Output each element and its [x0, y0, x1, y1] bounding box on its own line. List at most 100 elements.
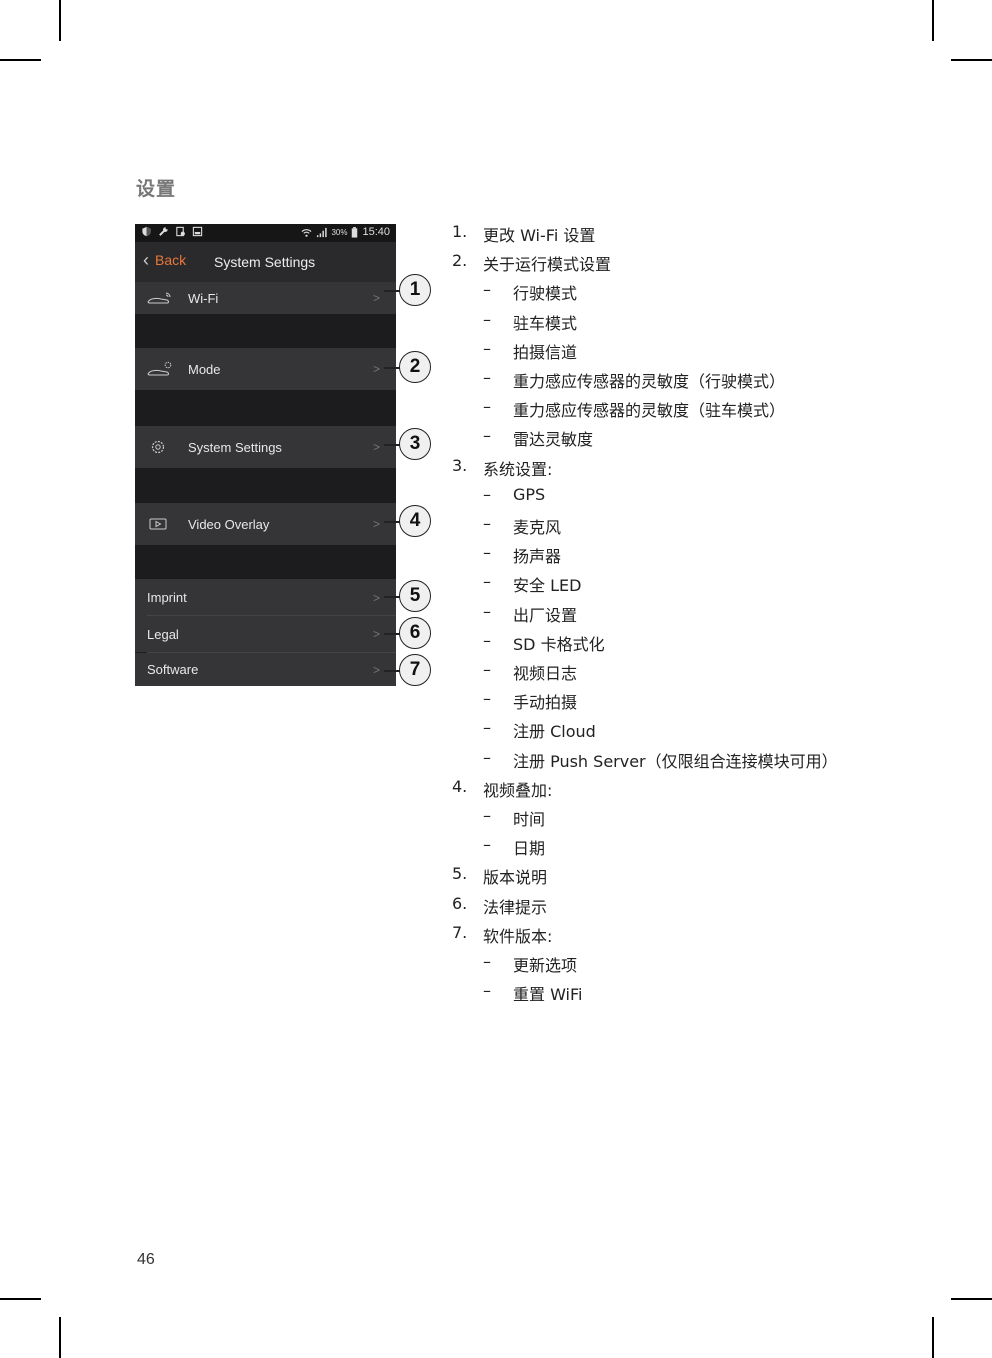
menu-item-label: Imprint: [147, 590, 187, 605]
gear-icon: [151, 440, 165, 454]
list-subtext: 拍摄信道: [513, 342, 578, 362]
menu-item-label: System Settings: [188, 439, 282, 455]
list-subtext: 注册 Push Server（仅限组合连接模块可用）: [513, 751, 838, 771]
status-bar: 30% 15:40: [135, 224, 396, 242]
dash-bullet: –: [483, 572, 491, 592]
section-gap: [135, 314, 396, 348]
list-number: 6.: [452, 893, 468, 913]
wrench-icon: [159, 227, 168, 236]
dash-bullet: –: [483, 601, 491, 621]
back-button[interactable]: ‹ Back: [143, 251, 187, 269]
list-number: 7.: [452, 922, 468, 942]
battery-percent: 30%: [331, 227, 348, 237]
back-label: Back: [155, 252, 187, 268]
list-subtext: SD 卡格式化: [513, 634, 605, 654]
dash-bullet: –: [483, 309, 491, 329]
dash-bullet: –: [483, 426, 491, 446]
callout-6: 6: [399, 617, 431, 649]
list-number: 2.: [452, 251, 468, 271]
menu-item-wifi[interactable]: Wi-Fi >: [135, 282, 396, 314]
list-number: 1.: [452, 222, 468, 241]
phone-screenshot: 30% 15:40 ‹ Back System Settings Wi-Fi >…: [135, 224, 396, 686]
crop-mark: [951, 1298, 992, 1300]
chevron-right-icon: >: [372, 590, 380, 605]
crop-mark: [932, 1317, 934, 1358]
dash-bullet: –: [483, 981, 491, 1001]
list-subtext: 雷达灵敏度: [513, 430, 594, 450]
callout-1: 1: [399, 274, 431, 306]
list-subtext: 行驶模式: [513, 284, 578, 304]
list-text: 软件版本:: [483, 926, 553, 946]
list-subtext: 驻车模式: [513, 313, 578, 333]
callout-2: 2: [399, 351, 431, 383]
menu-item-label: Video Overlay: [188, 516, 270, 532]
list-subtext: 重力感应传感器的灵敏度（行驶模式）: [513, 372, 786, 391]
callout-leader: [384, 670, 400, 672]
callout-leader: [384, 596, 400, 598]
chevron-right-icon: >: [372, 362, 380, 376]
menu-item-label: Mode: [188, 361, 221, 377]
list-text: 法律提示: [483, 897, 548, 917]
dash-bullet: –: [483, 689, 491, 709]
crop-mark: [59, 0, 61, 41]
list-text: 更改 Wi-Fi 设置: [483, 226, 596, 245]
menu-item-label: Legal: [147, 626, 179, 642]
menu-item-software[interactable]: Software >: [135, 653, 396, 686]
chevron-right-icon: >: [372, 291, 380, 305]
sd-card-icon: [176, 226, 185, 237]
car-gear-icon: [147, 361, 172, 376]
list-text: 版本说明: [483, 868, 548, 888]
crop-mark: [932, 0, 934, 41]
video-icon: [149, 518, 167, 530]
section-gap: [135, 468, 396, 503]
menu-item-imprint[interactable]: Imprint >: [135, 579, 396, 616]
crop-mark: [951, 59, 992, 61]
dash-bullet: –: [483, 368, 491, 387]
callout-3: 3: [399, 428, 431, 460]
chevron-right-icon: >: [372, 662, 380, 677]
list-subtext: 扬声器: [513, 547, 562, 567]
list-number: 4.: [452, 776, 468, 796]
list-number: 5.: [452, 864, 468, 884]
menu-item-system-settings[interactable]: System Settings >: [135, 426, 396, 468]
list-subtext: GPS: [513, 484, 546, 504]
dash-bullet: –: [483, 338, 491, 358]
menu-item-video-overlay[interactable]: Video Overlay >: [135, 503, 396, 545]
dash-bullet: –: [483, 660, 491, 679]
shield-icon: [142, 226, 151, 237]
menu-item-legal[interactable]: Legal >: [135, 616, 396, 652]
nav-bar: ‹ Back System Settings: [135, 242, 396, 282]
chevron-right-icon: >: [372, 440, 380, 454]
dash-bullet: –: [483, 835, 491, 855]
dash-bullet: –: [483, 543, 491, 563]
list-subtext: 视频日志: [513, 664, 578, 683]
section-gap: [135, 390, 396, 426]
dash-bullet: –: [483, 806, 491, 825]
callout-5: 5: [399, 580, 431, 612]
screen-title: System Settings: [214, 254, 316, 270]
section-gap: [135, 545, 396, 579]
callout-leader: [384, 444, 400, 446]
dash-bullet: –: [483, 397, 491, 417]
list-subtext: 日期: [513, 839, 546, 859]
chevron-right-icon: >: [372, 517, 380, 531]
list-subtext: 重置 WiFi: [513, 985, 583, 1005]
list-text: 系统设置:: [483, 459, 553, 479]
menu-item-mode[interactable]: Mode >: [135, 348, 396, 390]
dash-bullet: –: [483, 718, 491, 738]
callout-leader: [384, 367, 400, 369]
menu-item-label: Wi-Fi: [188, 290, 219, 306]
callout-leader: [384, 290, 400, 292]
callout-leader: [384, 633, 400, 635]
image-icon: [192, 226, 203, 237]
dash-bullet: –: [483, 484, 491, 504]
dash-bullet: –: [483, 280, 491, 300]
dash-bullet: –: [483, 630, 491, 650]
signal-icon: [317, 227, 328, 237]
page-title: 设置: [136, 178, 177, 200]
list-text: 关于运行模式设置: [483, 255, 612, 275]
list-subtext: 安全 LED: [513, 576, 582, 596]
crop-mark: [0, 59, 41, 61]
status-time: 15:40: [362, 226, 390, 238]
crop-mark: [0, 1298, 41, 1300]
